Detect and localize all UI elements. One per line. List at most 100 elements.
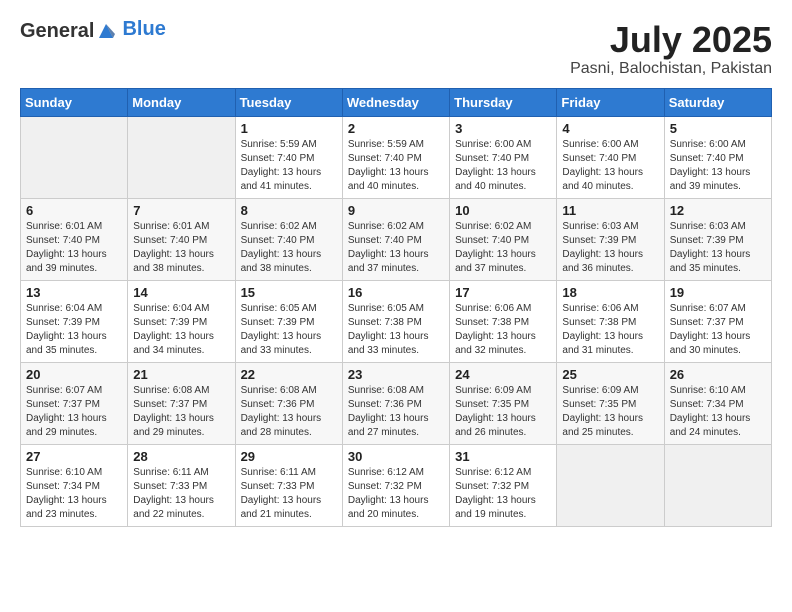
day-number: 15: [241, 285, 337, 300]
table-row: 15 Sunrise: 6:05 AM Sunset: 7:39 PM Dayli…: [235, 280, 342, 362]
table-row: 24 Sunrise: 6:09 AM Sunset: 7:35 PM Dayli…: [450, 362, 557, 444]
day-number: 13: [26, 285, 122, 300]
table-row: 28Sunrise: 6:11 AM Sunset: 7:33 PM Dayli…: [128, 444, 235, 526]
day-info: Sunrise: 6:06 AM Sunset: 7:38 PM Dayligh…: [455, 302, 551, 358]
logo-icon: [95, 20, 117, 42]
day-info: Sunrise: 6:00 AM Sunset: 7:40 PM Dayligh…: [455, 138, 551, 194]
table-row: 22Sunrise: 6:08 AM Sunset: 7:36 PM Dayli…: [235, 362, 342, 444]
table-row: 8 Sunrise: 6:02 AM Sunset: 7:40 PM Daylig…: [235, 198, 342, 280]
day-number: 16: [348, 285, 444, 300]
table-row: 19 Sunrise: 6:07 AM Sunset: 7:37 PM Dayli…: [664, 280, 771, 362]
day-info: Sunrise: 6:01 AM Sunset: 7:40 PM Dayligh…: [26, 220, 122, 276]
table-row: 30 Sunrise: 6:12 AM Sunset: 7:32 PM Dayli…: [342, 444, 449, 526]
day-number: 10: [455, 203, 551, 218]
table-row: 20 Sunrise: 6:07 AM Sunset: 7:37 PM Dayli…: [21, 362, 128, 444]
table-row: 4Sunrise: 6:00 AM Sunset: 7:40 PM Daylig…: [557, 116, 664, 198]
day-info: Sunrise: 6:01 AM Sunset: 7:40 PM Dayligh…: [133, 220, 229, 276]
day-info: Sunrise: 6:03 AM Sunset: 7:39 PM Dayligh…: [562, 220, 658, 276]
day-info: Sunrise: 6:05 AM Sunset: 7:39 PM Dayligh…: [241, 302, 337, 358]
day-info: Sunrise: 6:05 AM Sunset: 7:38 PM Dayligh…: [348, 302, 444, 358]
calendar-week-row: 20 Sunrise: 6:07 AM Sunset: 7:37 PM Dayli…: [21, 362, 772, 444]
table-row: 11 Sunrise: 6:03 AM Sunset: 7:39 PM Dayli…: [557, 198, 664, 280]
day-number: 11: [562, 203, 658, 218]
table-row: 12 Sunrise: 6:03 AM Sunset: 7:39 PM Dayli…: [664, 198, 771, 280]
table-row: 29 Sunrise: 6:11 AM Sunset: 7:33 PM Dayli…: [235, 444, 342, 526]
day-info: Sunrise: 6:09 AM Sunset: 7:35 PM Dayligh…: [455, 384, 551, 440]
day-number: 25: [562, 367, 658, 382]
calendar-week-row: 1 Sunrise: 5:59 AM Sunset: 7:40 PM Daylig…: [21, 116, 772, 198]
day-number: 24: [455, 367, 551, 382]
table-row: 21 Sunrise: 6:08 AM Sunset: 7:37 PM Dayli…: [128, 362, 235, 444]
table-row: 7 Sunrise: 6:01 AM Sunset: 7:40 PM Daylig…: [128, 198, 235, 280]
day-info: Sunrise: 6:00 AM Sunset: 7:40 PM Dayligh…: [562, 138, 658, 194]
day-number: 23: [348, 367, 444, 382]
day-info: Sunrise: 6:11 AM Sunset: 7:33 PM Dayligh…: [241, 466, 337, 522]
col-saturday: Saturday: [664, 88, 771, 116]
day-info: Sunrise: 6:03 AM Sunset: 7:39 PM Dayligh…: [670, 220, 766, 276]
day-number: 17: [455, 285, 551, 300]
table-row: 26 Sunrise: 6:10 AM Sunset: 7:34 PM Dayli…: [664, 362, 771, 444]
day-info: Sunrise: 6:07 AM Sunset: 7:37 PM Dayligh…: [26, 384, 122, 440]
day-number: 2: [348, 121, 444, 136]
day-number: 20: [26, 367, 122, 382]
day-number: 21: [133, 367, 229, 382]
table-row: 23 Sunrise: 6:08 AM Sunset: 7:36 PM Dayli…: [342, 362, 449, 444]
table-row: 1 Sunrise: 5:59 AM Sunset: 7:40 PM Daylig…: [235, 116, 342, 198]
col-wednesday: Wednesday: [342, 88, 449, 116]
day-info: Sunrise: 6:08 AM Sunset: 7:37 PM Dayligh…: [133, 384, 229, 440]
day-info: Sunrise: 6:10 AM Sunset: 7:34 PM Dayligh…: [670, 384, 766, 440]
day-info: Sunrise: 6:07 AM Sunset: 7:37 PM Dayligh…: [670, 302, 766, 358]
day-number: 18: [562, 285, 658, 300]
table-row: 2Sunrise: 5:59 AM Sunset: 7:40 PM Daylig…: [342, 116, 449, 198]
table-row: [664, 444, 771, 526]
day-info: Sunrise: 6:04 AM Sunset: 7:39 PM Dayligh…: [133, 302, 229, 358]
table-row: [21, 116, 128, 198]
table-row: 25 Sunrise: 6:09 AM Sunset: 7:35 PM Dayli…: [557, 362, 664, 444]
table-row: 31Sunrise: 6:12 AM Sunset: 7:32 PM Dayli…: [450, 444, 557, 526]
day-number: 3: [455, 121, 551, 136]
day-info: Sunrise: 6:12 AM Sunset: 7:32 PM Dayligh…: [348, 466, 444, 522]
table-row: 9 Sunrise: 6:02 AM Sunset: 7:40 PM Daylig…: [342, 198, 449, 280]
day-info: Sunrise: 6:12 AM Sunset: 7:32 PM Dayligh…: [455, 466, 551, 522]
day-number: 26: [670, 367, 766, 382]
col-thursday: Thursday: [450, 88, 557, 116]
day-info: Sunrise: 6:09 AM Sunset: 7:35 PM Dayligh…: [562, 384, 658, 440]
table-row: 6Sunrise: 6:01 AM Sunset: 7:40 PM Daylig…: [21, 198, 128, 280]
day-info: Sunrise: 6:02 AM Sunset: 7:40 PM Dayligh…: [348, 220, 444, 276]
day-number: 5: [670, 121, 766, 136]
calendar-week-row: 13 Sunrise: 6:04 AM Sunset: 7:39 PM Dayli…: [21, 280, 772, 362]
page-header: General Blue July 2025 Pasni, Balochista…: [20, 20, 772, 78]
logo: General Blue: [20, 20, 166, 42]
day-number: 12: [670, 203, 766, 218]
col-sunday: Sunday: [21, 88, 128, 116]
day-info: Sunrise: 6:10 AM Sunset: 7:34 PM Dayligh…: [26, 466, 122, 522]
day-number: 9: [348, 203, 444, 218]
day-number: 29: [241, 449, 337, 464]
table-row: 16 Sunrise: 6:05 AM Sunset: 7:38 PM Dayli…: [342, 280, 449, 362]
day-info: Sunrise: 6:08 AM Sunset: 7:36 PM Dayligh…: [348, 384, 444, 440]
table-row: 27 Sunrise: 6:10 AM Sunset: 7:34 PM Dayli…: [21, 444, 128, 526]
table-row: [128, 116, 235, 198]
day-number: 7: [133, 203, 229, 218]
table-row: 18Sunrise: 6:06 AM Sunset: 7:38 PM Dayli…: [557, 280, 664, 362]
day-info: Sunrise: 6:02 AM Sunset: 7:40 PM Dayligh…: [455, 220, 551, 276]
day-number: 30: [348, 449, 444, 464]
day-number: 19: [670, 285, 766, 300]
day-info: Sunrise: 6:02 AM Sunset: 7:40 PM Dayligh…: [241, 220, 337, 276]
day-number: 8: [241, 203, 337, 218]
day-number: 1: [241, 121, 337, 136]
calendar-week-row: 6Sunrise: 6:01 AM Sunset: 7:40 PM Daylig…: [21, 198, 772, 280]
col-friday: Friday: [557, 88, 664, 116]
day-number: 28: [133, 449, 229, 464]
day-info: Sunrise: 6:00 AM Sunset: 7:40 PM Dayligh…: [670, 138, 766, 194]
table-row: 5 Sunrise: 6:00 AM Sunset: 7:40 PM Daylig…: [664, 116, 771, 198]
day-number: 14: [133, 285, 229, 300]
table-row: 10 Sunrise: 6:02 AM Sunset: 7:40 PM Dayli…: [450, 198, 557, 280]
day-number: 27: [26, 449, 122, 464]
table-row: 3 Sunrise: 6:00 AM Sunset: 7:40 PM Daylig…: [450, 116, 557, 198]
day-number: 22: [241, 367, 337, 382]
day-info: Sunrise: 5:59 AM Sunset: 7:40 PM Dayligh…: [241, 138, 337, 194]
calendar-header-row: Sunday Monday Tuesday Wednesday Thursday…: [21, 88, 772, 116]
calendar-subtitle: Pasni, Balochistan, Pakistan: [570, 60, 772, 78]
calendar-title: July 2025: [570, 20, 772, 60]
